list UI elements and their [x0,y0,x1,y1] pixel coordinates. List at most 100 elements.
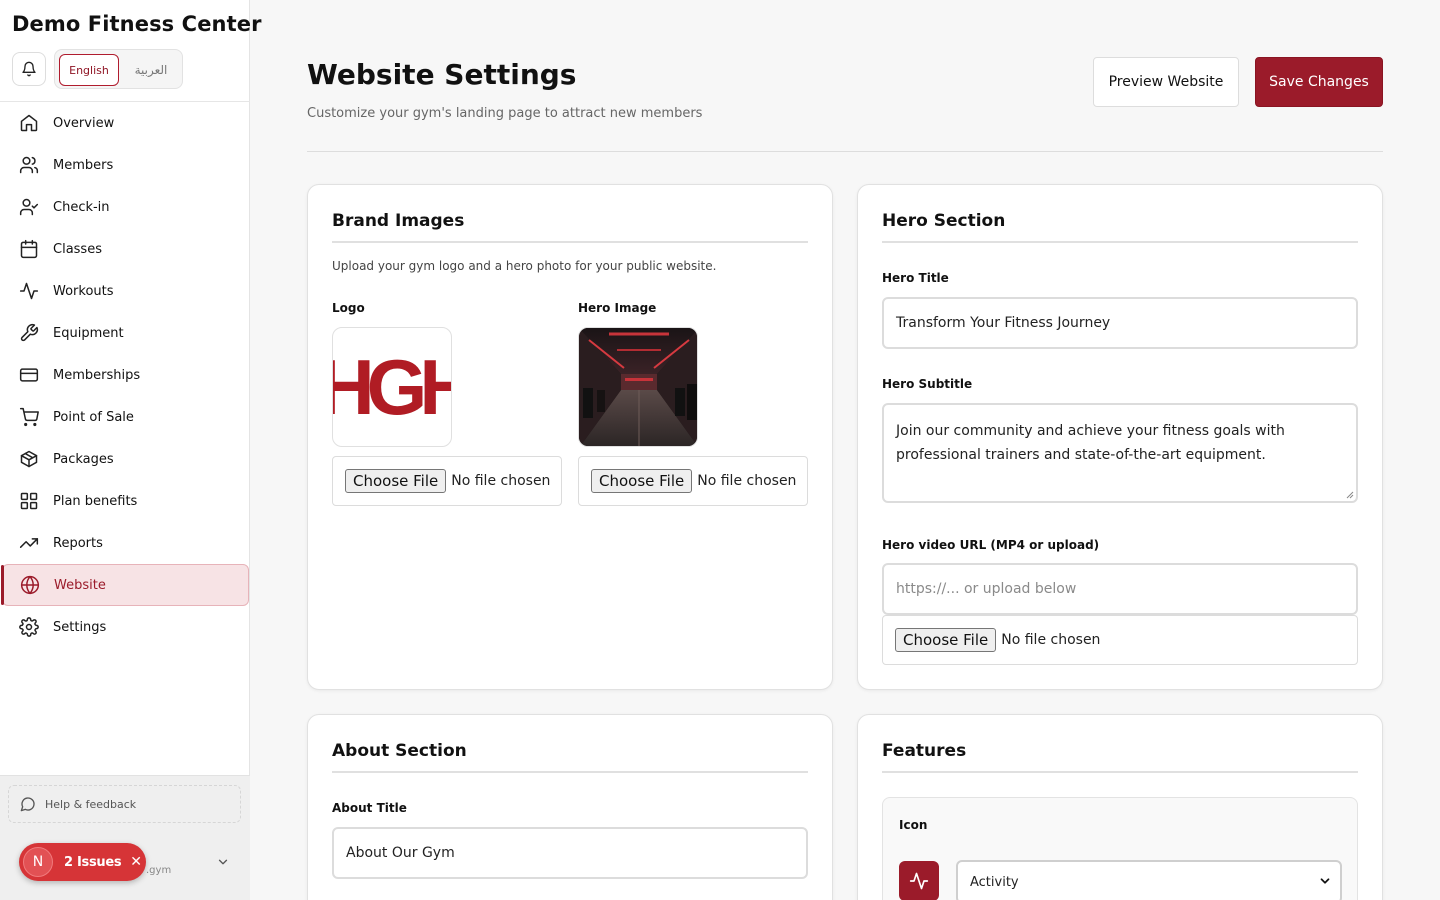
lang-arabic-button[interactable]: العربية [123,54,179,86]
chevron-down-icon [1320,878,1330,884]
sidebar-item-reports[interactable]: Reports [2,522,249,564]
help-feedback-button[interactable]: Help & feedback [8,785,241,823]
language-switcher: English العربية [54,49,183,89]
close-icon[interactable]: ✕ [130,854,142,870]
about-title-label: About Title [332,801,407,815]
about-section-card: About Section About Title About Our Gym [307,714,833,900]
hero-image-file-input[interactable]: Choose File No file chosen [578,456,808,506]
sidebar-footer: Help & feedback .gym [0,775,250,900]
hero-video-choose-file-button[interactable]: Choose File [895,628,997,652]
gym-photo-image [579,328,697,446]
header-divider [307,151,1383,152]
users-icon [18,154,40,176]
hero-image-choose-file-button[interactable]: Choose File [591,469,693,493]
sidebar-item-packages[interactable]: Packages [2,438,249,480]
logo-label: Logo [332,301,365,315]
home-icon [18,112,40,134]
feature-icon-selected: Activity [970,874,1019,890]
hero-video-url-input[interactable]: https://... or upload below [882,563,1358,615]
hero-video-label: Hero video URL (MP4 or upload) [882,538,1100,552]
hero-video-file-input[interactable]: Choose File No file chosen [882,615,1358,665]
resize-handle-icon[interactable] [1344,489,1354,499]
sidebar-item-label: Overview [53,115,115,131]
sidebar-item-label: Reports [53,535,103,551]
card-divider [882,241,1358,243]
feature-icon-label: Icon [899,818,928,832]
sidebar-item-label: Classes [53,241,102,257]
page-title: Website Settings [307,58,577,91]
hero-subtitle-text: Join our community and achieve your fitn… [896,423,1285,463]
card-title: Features [882,741,967,761]
sidebar-item-label: Check-in [53,199,110,215]
hero-subtitle-textarea[interactable]: Join our community and achieve your fitn… [882,403,1358,503]
sidebar-item-label: Website [54,577,106,593]
preview-website-button[interactable]: Preview Website [1093,57,1239,107]
about-title-input[interactable]: About Our Gym [332,827,808,879]
sidebar-item-plan-benefits[interactable]: Plan benefits [2,480,249,522]
sidebar-item-label: Memberships [53,367,141,383]
sidebar-item-point-of-sale[interactable]: Point of Sale [2,396,249,438]
hero-title-label: Hero Title [882,271,949,285]
cart-icon [18,406,40,428]
user-email: .gym [146,865,172,876]
brand-name: Demo Fitness Center [12,12,262,36]
card-divider [882,771,1358,773]
activity-icon [18,280,40,302]
package-icon [18,448,40,470]
hero-title-input[interactable]: Transform Your Fitness Journey [882,297,1358,349]
sidebar-item-label: Members [53,157,114,173]
wrench-icon [18,322,40,344]
features-card: Features Icon Activity [857,714,1383,900]
sidebar-item-settings[interactable]: Settings [2,606,249,648]
hero-image-preview [578,327,698,447]
hero-section-card: Hero Section Hero Title Transform Your F… [857,184,1383,690]
globe-icon [19,574,41,596]
sidebar-item-label: Packages [53,451,114,467]
lang-english-button[interactable]: English [59,54,119,86]
logo-choose-file-button[interactable]: Choose File [345,469,447,493]
sidebar-item-overview[interactable]: Overview [2,102,249,144]
sidebar-item-label: Settings [53,619,107,635]
feature-item: Icon Activity [882,797,1358,900]
feature-icon-select[interactable]: Activity [956,860,1342,900]
card-divider [332,241,808,243]
sidebar-item-check-in[interactable]: Check-in [2,186,249,228]
user-check-icon [18,196,40,218]
sidebar-item-label: Point of Sale [53,409,134,425]
issues-label: 2 Issues [64,854,122,870]
card-title: About Section [332,741,467,761]
sidebar-item-label: Plan benefits [53,493,138,509]
help-feedback-label: Help & feedback [45,797,137,811]
gear-icon [18,616,40,638]
sidebar-item-members[interactable]: Members [2,144,249,186]
chevron-down-icon[interactable] [216,854,230,873]
sidebar-item-label: Workouts [53,283,114,299]
calendar-icon [18,238,40,260]
save-changes-button[interactable]: Save Changes [1255,57,1383,107]
sidebar-item-equipment[interactable]: Equipment [2,312,249,354]
sidebar-item-memberships[interactable]: Memberships [2,354,249,396]
trending-up-icon [18,532,40,554]
notifications-button[interactable] [12,52,46,86]
sidebar: Demo Fitness Center English العربية Over… [0,0,261,900]
sidebar-item-classes[interactable]: Classes [2,228,249,270]
message-circle-icon [20,796,36,812]
sidebar-item-label: Equipment [53,325,124,341]
bell-icon [22,61,36,77]
credit-card-icon [18,364,40,386]
page-subtitle: Customize your gym's landing page to att… [307,106,703,121]
logo-file-status: No file chosen [451,473,551,489]
issues-badge[interactable]: N 2 Issues ✕ [19,843,146,881]
hero-video-file-status: No file chosen [1001,632,1101,648]
hero-image-label: Hero Image [578,301,657,315]
card-title: Hero Section [882,211,1006,231]
sidebar-item-website[interactable]: Website [1,564,249,606]
card-divider [332,771,808,773]
brand-images-description: Upload your gym logo and a hero photo fo… [332,259,717,273]
sidebar-item-workouts[interactable]: Workouts [2,270,249,312]
logo-wordmark: HGH [333,343,452,431]
logo-preview: HGH [332,327,452,447]
logo-file-input[interactable]: Choose File No file chosen [332,456,562,506]
activity-icon [899,861,939,900]
card-title: Brand Images [332,211,465,231]
